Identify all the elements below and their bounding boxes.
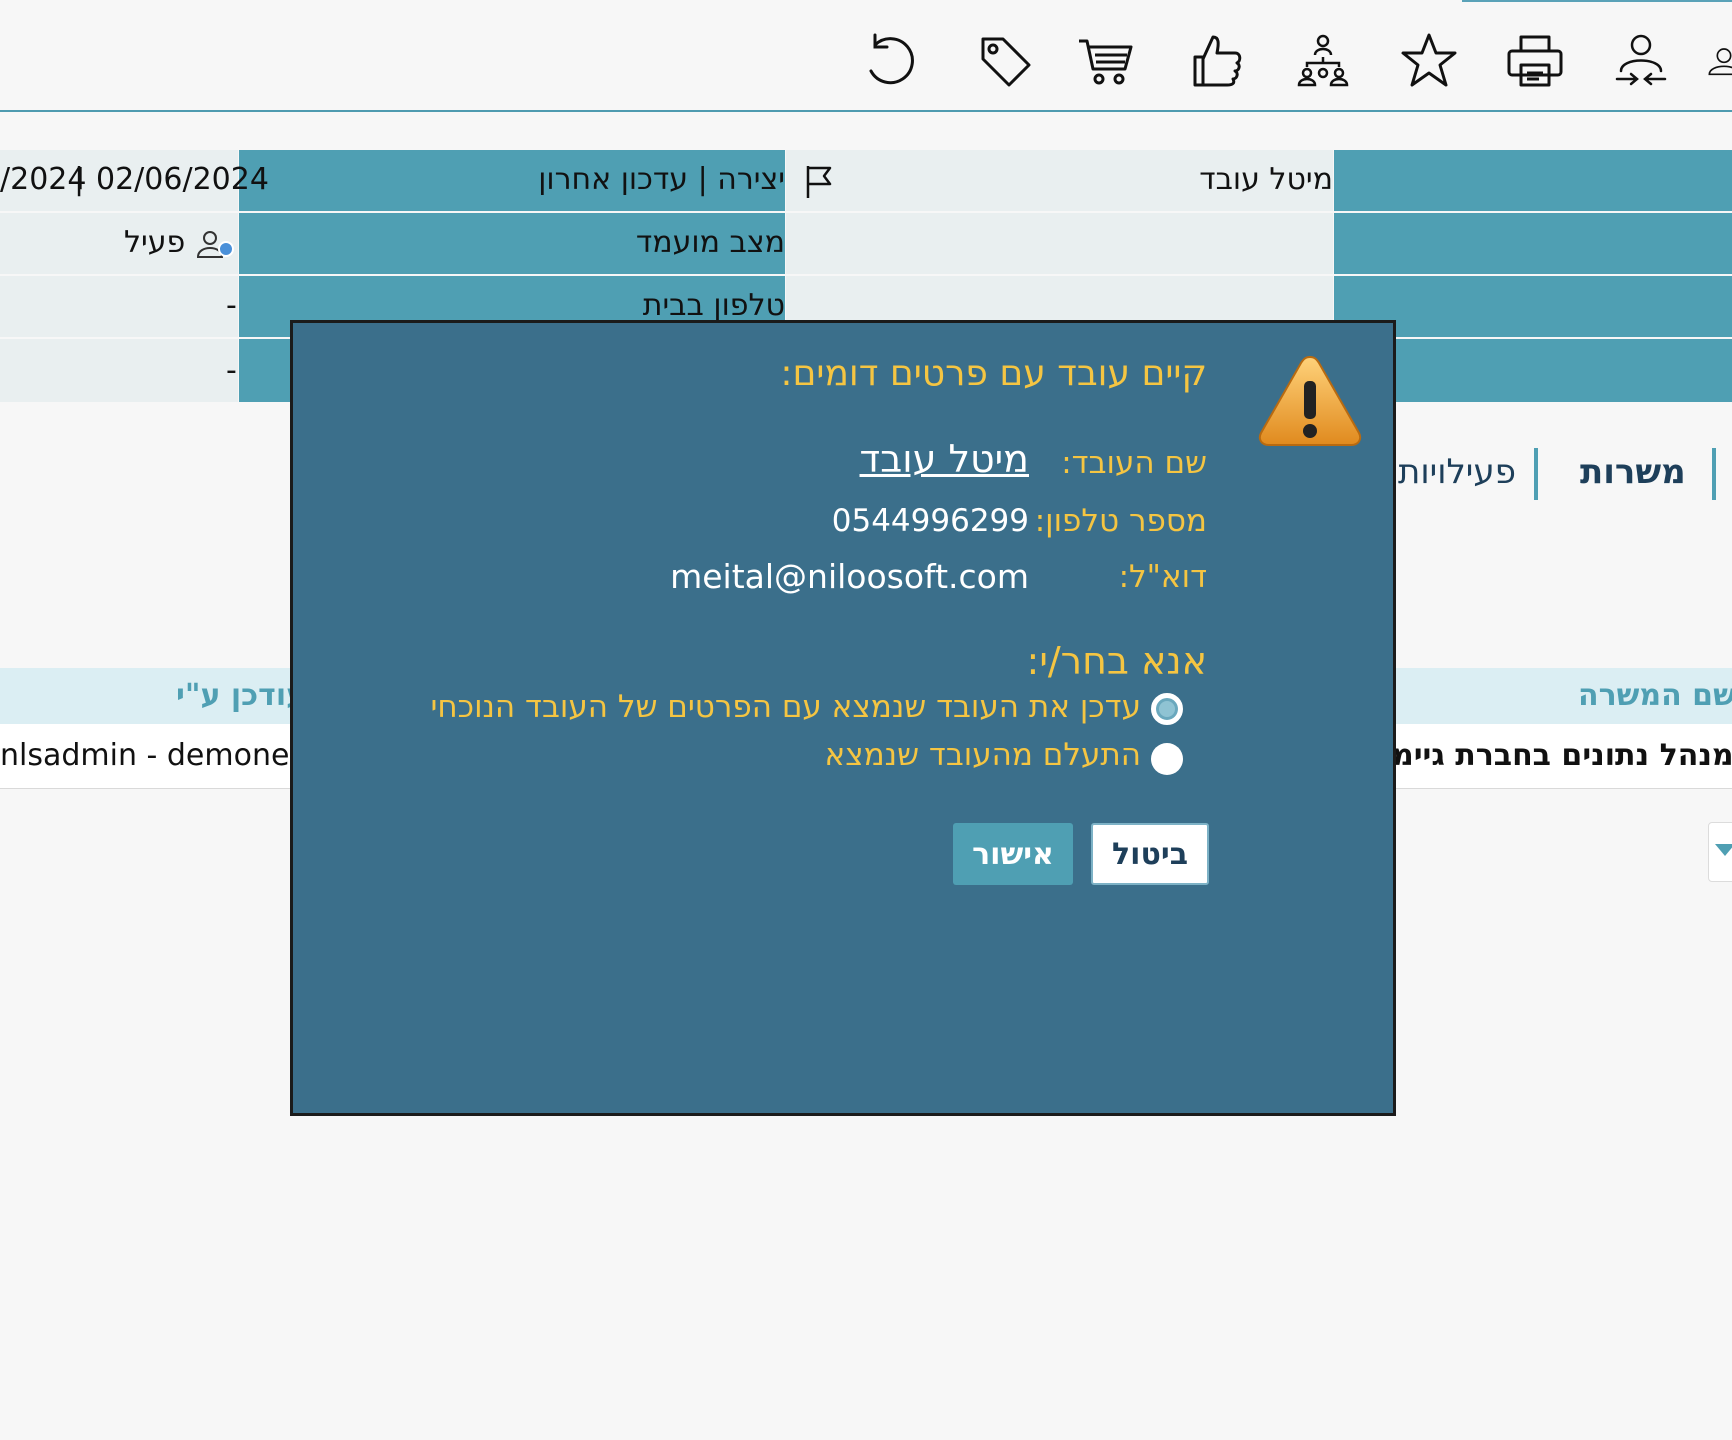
status-value: פעיל [124, 225, 186, 260]
dropdown-toggle[interactable] [1708, 822, 1732, 882]
column-header-updated-by[interactable]: עודכן ע"י [176, 678, 306, 713]
dates-label-cell: יצירה | עדכון אחרון [239, 150, 785, 211]
radio-update-employee[interactable] [1151, 693, 1183, 725]
home-phone-value-cell: - [0, 276, 238, 337]
option-update-label[interactable]: עדכן את העובד שנמצא עם הפרטים של העובד ה… [430, 689, 1141, 725]
details-row2-middle [786, 213, 1333, 274]
dates-value-cell: /2024 | 02/06/2024 [0, 150, 269, 211]
user-icon[interactable] [1704, 28, 1732, 94]
choose-label: אנא בחר/י: [1026, 639, 1207, 683]
employee-name-link[interactable]: מיטל עובד [860, 437, 1029, 481]
status-value-cell: פעיל [0, 213, 238, 274]
tab-positions[interactable]: משרות [1580, 452, 1686, 492]
star-icon[interactable] [1396, 28, 1462, 94]
caret-down-icon [1715, 843, 1732, 862]
home-phone-label: טלפון בבית [642, 288, 785, 323]
employee-name-label: שם העובד: [1061, 445, 1207, 481]
toolbar [0, 0, 1732, 112]
date-created-value: 02/06/2024 [96, 162, 269, 197]
tab-activities[interactable]: פעילויות [1398, 452, 1516, 492]
printer-icon[interactable] [1502, 28, 1568, 94]
details-row4-value: - [226, 353, 237, 388]
dates-label: יצירה | עדכון אחרון [538, 162, 785, 197]
cart-icon[interactable] [1074, 28, 1140, 94]
tag-icon[interactable] [972, 28, 1038, 94]
user-transfer-icon[interactable] [1608, 28, 1674, 94]
cancel-button[interactable]: ביטול [1091, 823, 1209, 885]
details-name-cell: מיטל עובד [786, 150, 1333, 211]
status-label: מצב מועמד [635, 225, 785, 260]
toolbar-top-accent [1462, 0, 1732, 2]
user-info-icon [196, 229, 236, 263]
thumbs-up-icon[interactable] [1184, 28, 1250, 94]
cell-position-name: מנהל נתונים בחברת גיימ [1392, 738, 1732, 773]
dialog-title: קיים עובד עם פרטים דומים: [780, 353, 1207, 394]
details-row4-value-cell: - [0, 339, 238, 402]
ok-button[interactable]: אישור [953, 823, 1073, 885]
tab-divider-2 [1534, 448, 1538, 500]
details-row2-side [1334, 213, 1732, 274]
home-phone-value: - [226, 288, 237, 323]
option-ignore-label[interactable]: התעלם מהעובד שנמצא [825, 737, 1141, 773]
org-chart-icon[interactable] [1290, 28, 1356, 94]
flag-icon[interactable] [804, 164, 834, 204]
email-label: דוא"ל: [1118, 559, 1207, 595]
column-header-position-name[interactable]: שם המשרה [1578, 678, 1732, 713]
dates-separator: | [74, 162, 85, 197]
employee-name-value: מיטל עובד [1199, 162, 1333, 197]
email-value: meital@niloosoft.com [670, 557, 1029, 596]
phone-label: מספר טלפון: [1034, 503, 1207, 539]
duplicate-employee-dialog: קיים עובד עם פרטים דומים: שם העובד: מיטל… [290, 320, 1396, 1116]
cell-updated-by: nlsadmin - demonew [0, 738, 314, 773]
radio-ignore-employee[interactable] [1151, 743, 1183, 775]
refresh-icon[interactable] [856, 28, 922, 94]
tab-divider [1712, 448, 1716, 500]
status-label-cell: מצב מועמד [239, 213, 785, 274]
details-row1-side [1334, 150, 1732, 211]
phone-value: 0544996299 [831, 503, 1029, 539]
warning-icon [1255, 351, 1365, 455]
